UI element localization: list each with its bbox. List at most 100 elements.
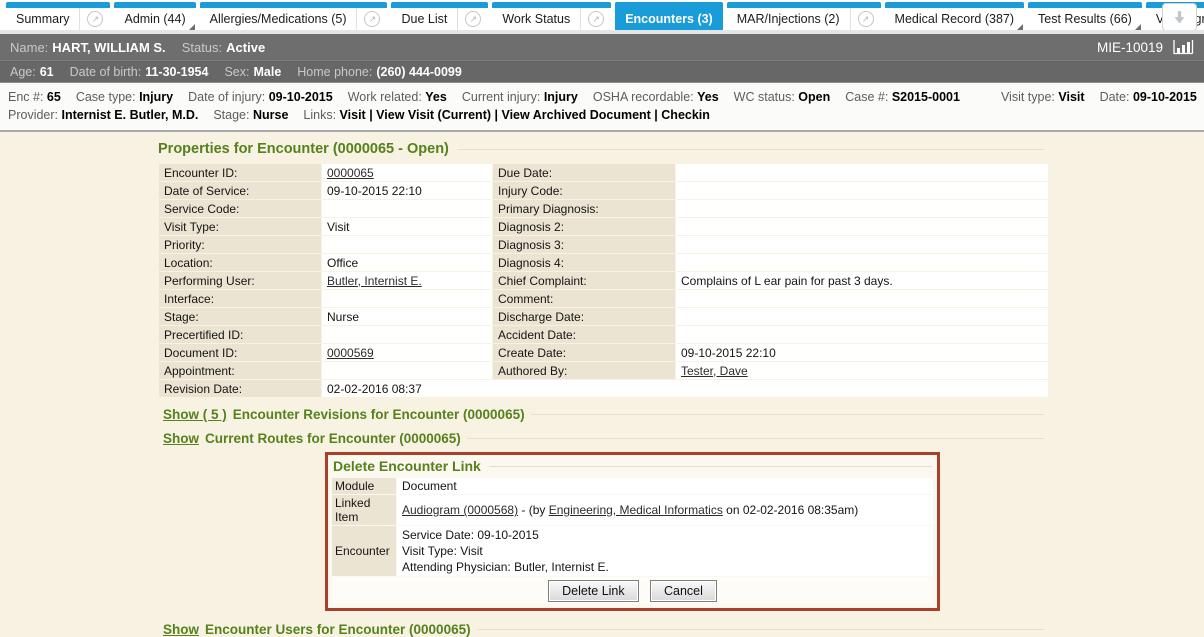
dob-label: Date of birth: <box>70 65 142 79</box>
prop-label: Document ID: <box>159 344 321 361</box>
prop-label: Diagnosis 4: <box>493 254 675 271</box>
prop-value <box>676 326 1048 343</box>
tab-summary[interactable]: Summary ↗ <box>6 2 110 30</box>
prop-label: Appointment: <box>159 362 321 379</box>
prop-label: Location: <box>159 254 321 271</box>
show-revisions-link[interactable]: Show ( 5 ) <box>163 407 227 422</box>
linked-by-user-link[interactable]: Engineering, Medical Informatics <box>549 503 723 517</box>
tab-test-results[interactable]: Test Results (66) <box>1028 2 1142 30</box>
prop-label: Accident Date: <box>493 326 675 343</box>
tab-popout-button[interactable]: ↗ <box>850 2 881 30</box>
phone-label: Home phone: <box>297 65 372 79</box>
prop-value: Complains of L ear pain for past 3 days. <box>676 272 1048 289</box>
tab-label: Due List <box>391 2 457 30</box>
encounter-info-row1: Enc #: 65 Case type: Injury Date of inju… <box>8 88 1196 106</box>
link-checkin[interactable]: Checkin <box>661 108 710 122</box>
link-separator: | <box>366 108 376 122</box>
prop-label: Chief Complaint: <box>493 272 675 289</box>
table-row: Encounter ID: 0000065 Due Date: <box>159 164 1048 181</box>
properties-title: Properties for Encounter (0000065 - Open… <box>158 141 449 157</box>
table-row: Delete Link Cancel <box>332 577 933 604</box>
encounter-visit-type: Visit Type: Visit <box>402 543 928 559</box>
tab-work-status[interactable]: Work Status ↗ <box>492 2 611 30</box>
tab-scroll-right-button[interactable] <box>1162 3 1197 31</box>
encounter-label: Encounter <box>332 526 396 576</box>
audiogram-document-link[interactable]: Audiogram (0000568) <box>402 503 518 517</box>
link-visit[interactable]: Visit <box>340 108 366 122</box>
prop-label: Comment: <box>493 290 675 307</box>
chart-icon[interactable] <box>1172 39 1194 55</box>
info-pair: Date of injury: 09-10-2015 <box>188 90 333 104</box>
table-row: Priority: Diagnosis 3: <box>159 236 1048 253</box>
tab-popout-button[interactable]: ↗ <box>580 2 611 30</box>
tab-popout-button[interactable]: ↗ <box>356 2 387 30</box>
patient-sex: Male <box>253 65 281 79</box>
prop-value <box>676 254 1048 271</box>
prop-value <box>322 362 492 379</box>
show-users-link[interactable]: Show <box>163 622 199 637</box>
encounter-properties-table: Encounter ID: 0000065 Due Date: Date of … <box>158 163 1049 398</box>
info-pair: OSHA recordable: Yes <box>593 90 719 104</box>
links-group: Links: Visit | View Visit (Current) | Vi… <box>303 108 710 122</box>
tab-label: Summary <box>6 2 79 30</box>
prop-value: 0000569 <box>322 344 492 361</box>
document-id-link[interactable]: 0000569 <box>327 346 374 360</box>
tab-label: Admin (44) <box>114 2 195 30</box>
show-routes-link[interactable]: Show <box>163 431 199 446</box>
prop-value: 02-02-2016 08:37 <box>322 380 1048 397</box>
tab-medical-record[interactable]: Medical Record (387) <box>885 2 1025 30</box>
authored-by-link[interactable]: Tester, Dave <box>681 364 748 378</box>
age-label: Age: <box>10 65 36 79</box>
performing-user-link[interactable]: Butler, Internist E. <box>327 274 422 288</box>
main-content: Properties for Encounter (0000065 - Open… <box>0 132 1204 637</box>
demographics-bar: Age: 61 Date of birth: 11-30-1954 Sex: M… <box>0 61 1204 83</box>
dialog-button-row: Delete Link Cancel <box>332 577 933 604</box>
prop-label: Create Date: <box>493 344 675 361</box>
prop-label: Revision Date: <box>159 380 321 397</box>
table-row: Location: Office Diagnosis 4: <box>159 254 1048 271</box>
tab-popout-button[interactable]: ↗ <box>457 2 488 30</box>
prop-value <box>676 218 1048 235</box>
link-view-visit-current[interactable]: View Visit (Current) <box>376 108 491 122</box>
prop-value <box>676 200 1048 217</box>
section-title: Encounter Revisions for Encounter (00000… <box>233 407 525 422</box>
table-row: Date of Service: 09-10-2015 22:10 Injury… <box>159 182 1048 199</box>
prop-value <box>322 326 492 343</box>
info-pair: Work related: Yes <box>348 90 447 104</box>
info-pair: Case type: Injury <box>76 90 173 104</box>
section-current-routes: Show Current Routes for Encounter (00000… <box>163 431 1044 446</box>
module-label: Module <box>332 478 396 494</box>
prop-value <box>676 164 1048 181</box>
down-arrow-icon <box>1172 10 1187 25</box>
tab-admin[interactable]: Admin (44) <box>114 2 195 30</box>
prop-value <box>676 308 1048 325</box>
prop-label: Discharge Date: <box>493 308 675 325</box>
tab-popout-button[interactable]: ↗ <box>79 2 110 30</box>
tab-due-list[interactable]: Due List ↗ <box>391 2 488 30</box>
table-row: Service Code: Primary Diagnosis: <box>159 200 1048 217</box>
chart-id: MIE-10019 <box>1097 40 1163 55</box>
tab-label: Work Status <box>492 2 580 30</box>
name-label: Name: <box>10 40 48 55</box>
prop-label: Precertified ID: <box>159 326 321 343</box>
delete-encounter-link-dialog: Delete Encounter Link Module Document Li… <box>325 452 940 611</box>
tab-encounters-active[interactable]: Encounters (3) <box>615 2 723 30</box>
link-view-archived-document[interactable]: View Archived Document <box>501 108 650 122</box>
tab-allergies-medications[interactable]: Allergies/Medications (5) ↗ <box>200 2 388 30</box>
properties-heading: Properties for Encounter (0000065 - Open… <box>158 141 1044 157</box>
table-row: Interface: Comment: <box>159 290 1048 307</box>
prop-label: Injury Code: <box>493 182 675 199</box>
tab-mar-injections[interactable]: MAR/Injections (2) ↗ <box>727 2 881 30</box>
info-pair: Visit type: Visit <box>1001 90 1085 104</box>
prop-label: Service Code: <box>159 200 321 217</box>
module-value: Document <box>397 478 933 494</box>
patient-age: 61 <box>40 65 54 79</box>
section-encounter-revisions: Show ( 5 ) Encounter Revisions for Encou… <box>163 407 1044 422</box>
encounter-id-link[interactable]: 0000065 <box>327 166 374 180</box>
patient-phone: (260) 444-0099 <box>376 65 461 79</box>
table-row: Module Document <box>332 478 933 494</box>
tab-label: MAR/Injections (2) <box>727 2 850 30</box>
encounter-attending-physician: Attending Physician: Butler, Internist E… <box>402 559 928 575</box>
info-pair: Current injury: Injury <box>462 90 578 104</box>
prop-value <box>676 236 1048 253</box>
